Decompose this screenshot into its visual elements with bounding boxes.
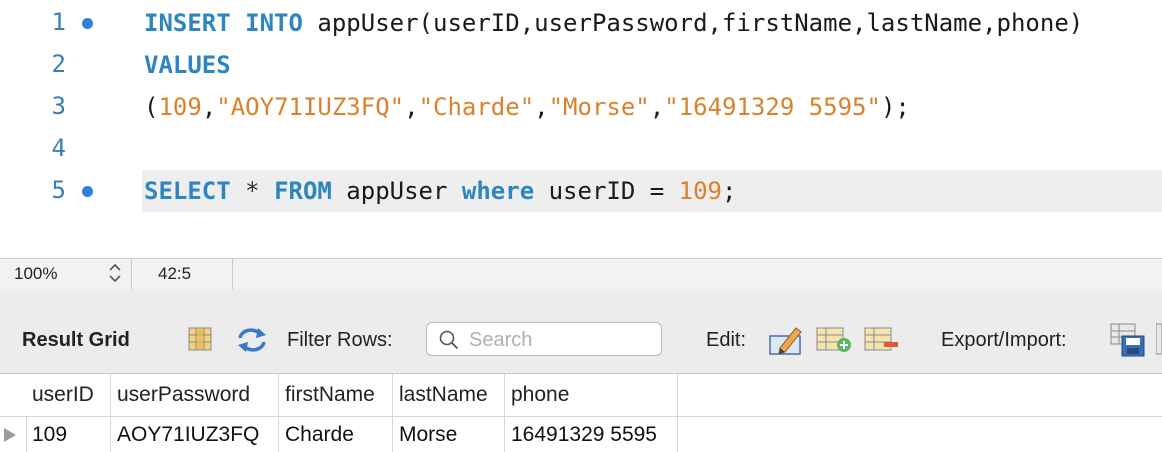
editor-line-current[interactable]: 5 SELECT * FROM appUser where userID = 1… bbox=[0, 170, 1162, 212]
column-header-lastname[interactable]: lastName bbox=[393, 374, 505, 416]
sql-keyword: SELECT bbox=[144, 177, 231, 205]
sql-keyword: VALUES bbox=[144, 51, 231, 79]
sql-text: , bbox=[201, 93, 217, 121]
editor-line[interactable]: 1 INSERT INTO appUser(userID,userPasswor… bbox=[0, 2, 1162, 44]
line-number: 4 bbox=[51, 134, 66, 162]
line-number: 2 bbox=[51, 50, 66, 78]
cell-userpassword[interactable]: AOY71IUZ3FQ bbox=[111, 417, 279, 452]
grid-layout-icon[interactable] bbox=[187, 326, 213, 357]
code-line[interactable] bbox=[142, 128, 1162, 170]
export-icon[interactable] bbox=[1110, 322, 1146, 363]
line-number: 5 bbox=[51, 176, 66, 204]
editor-line[interactable]: 2 VALUES bbox=[0, 44, 1162, 86]
sql-string: "AOY71IUZ3FQ" bbox=[216, 93, 405, 121]
filter-search-box[interactable] bbox=[426, 322, 662, 356]
sql-keyword: where bbox=[461, 177, 535, 205]
export-import-label: Export/Import: bbox=[941, 329, 1067, 351]
sql-text: , bbox=[649, 93, 665, 121]
sql-string: "Charde" bbox=[418, 93, 535, 121]
column-header-firstname[interactable]: firstName bbox=[279, 374, 393, 416]
result-grid[interactable]: userID userPassword firstName lastName p… bbox=[0, 374, 1162, 452]
editor-line[interactable]: 4 bbox=[0, 128, 1162, 170]
sql-text: , bbox=[404, 93, 419, 121]
refresh-icon[interactable] bbox=[236, 326, 268, 359]
cell-lastname[interactable]: Morse bbox=[393, 417, 505, 452]
column-header-userpassword[interactable]: userPassword bbox=[111, 374, 279, 416]
cell-firstname[interactable]: Charde bbox=[279, 417, 393, 452]
sql-text: * bbox=[245, 177, 260, 205]
code-line[interactable]: INSERT INTO appUser(userID,userPassword,… bbox=[142, 2, 1162, 44]
editor-status-bar: 100% 42:5 bbox=[0, 258, 1162, 290]
code-line[interactable]: SELECT * FROM appUser where userID = 109… bbox=[142, 170, 1162, 212]
line-number: 3 bbox=[51, 92, 66, 120]
sql-text: userID = bbox=[534, 177, 679, 205]
edit-row-icon[interactable] bbox=[768, 322, 804, 363]
table-row[interactable]: 109 AOY71IUZ3FQ Charde Morse 16491329 55… bbox=[0, 417, 1162, 452]
sql-string: "16491329 5595" bbox=[664, 93, 881, 121]
status-divider bbox=[232, 259, 233, 289]
cell-phone[interactable]: 16491329 5595 bbox=[505, 417, 678, 452]
result-toolbar: Result Grid Filter Rows: Edit: bbox=[0, 289, 1162, 374]
sql-number: 109 bbox=[678, 177, 723, 205]
status-divider bbox=[131, 259, 132, 289]
sql-keyword: FROM bbox=[274, 177, 332, 205]
search-icon bbox=[439, 330, 459, 350]
filter-rows-label: Filter Rows: bbox=[287, 329, 393, 351]
cursor-position: 42:5 bbox=[158, 264, 192, 283]
sql-text: appUser(userID,userPassword,firstName,la… bbox=[302, 9, 1084, 37]
zoom-level[interactable]: 100% bbox=[14, 264, 57, 284]
code-line[interactable]: VALUES bbox=[142, 44, 1162, 86]
sql-text: ( bbox=[144, 93, 159, 121]
zoom-stepper-icon[interactable] bbox=[104, 262, 126, 284]
code-line[interactable]: (109,"AOY71IUZ3FQ","Charde","Morse","164… bbox=[142, 86, 1162, 128]
sql-string: "Morse" bbox=[548, 93, 650, 121]
sql-editor[interactable]: 1 INSERT INTO appUser(userID,userPasswor… bbox=[0, 0, 1162, 258]
line-number: 1 bbox=[51, 8, 66, 36]
statement-marker-icon bbox=[82, 18, 93, 29]
row-selector-icon[interactable] bbox=[4, 428, 16, 442]
chevron-up-down-icon bbox=[109, 263, 121, 283]
edit-label: Edit: bbox=[706, 329, 747, 351]
sql-text: ); bbox=[880, 93, 910, 121]
column-header-phone[interactable]: phone bbox=[505, 374, 678, 416]
editor-line[interactable]: 3 (109,"AOY71IUZ3FQ","Charde","Morse","1… bbox=[0, 86, 1162, 128]
sql-text: ; bbox=[722, 177, 737, 205]
cell-userid[interactable]: 109 bbox=[26, 417, 111, 452]
import-icon[interactable] bbox=[1155, 322, 1162, 363]
sql-keyword: INTO bbox=[245, 9, 303, 37]
sql-keyword: INSERT bbox=[144, 9, 231, 37]
filter-search-input[interactable] bbox=[467, 326, 651, 354]
sql-text: appUser bbox=[331, 177, 462, 205]
result-grid-title: Result Grid bbox=[22, 329, 130, 351]
statement-marker-icon bbox=[82, 186, 93, 197]
add-row-icon[interactable] bbox=[816, 326, 852, 359]
column-header-userid[interactable]: userID bbox=[26, 374, 111, 416]
grid-header: userID userPassword firstName lastName p… bbox=[0, 374, 1162, 417]
sql-text: , bbox=[534, 93, 549, 121]
sql-number: 109 bbox=[158, 93, 202, 121]
delete-row-icon[interactable] bbox=[864, 326, 900, 359]
